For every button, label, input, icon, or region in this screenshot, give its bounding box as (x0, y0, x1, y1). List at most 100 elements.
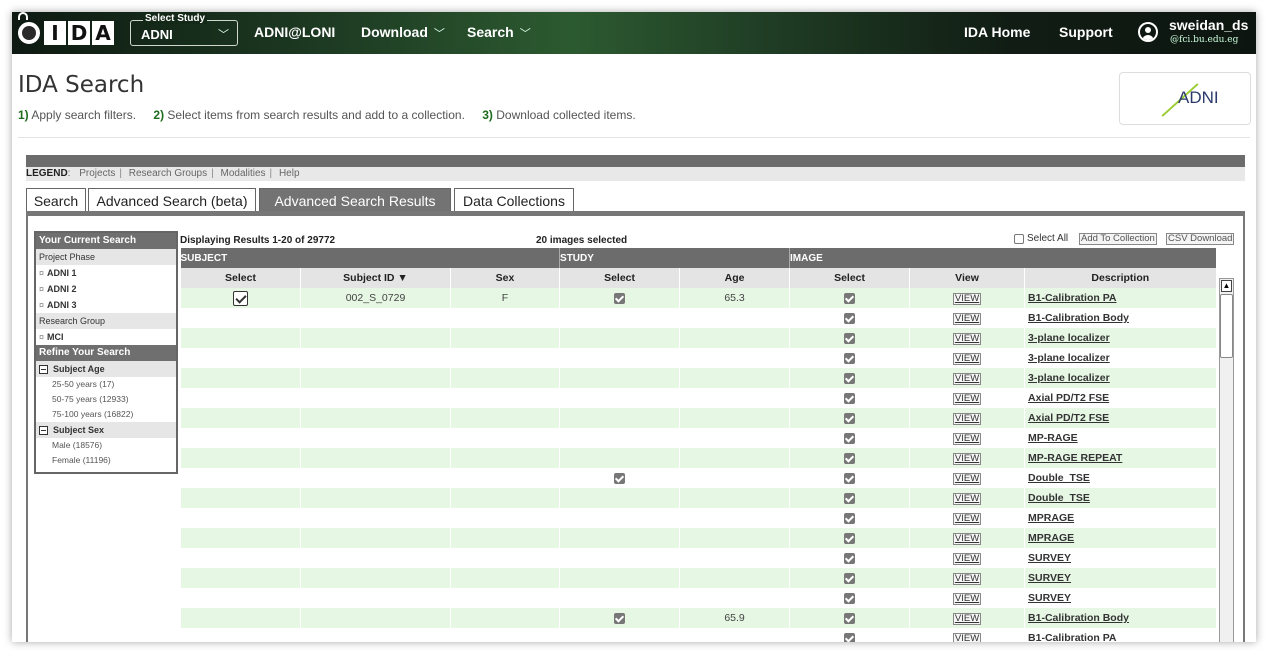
nav-adni-loni[interactable]: ADNI@LONI (254, 24, 335, 40)
phase-item[interactable]: ¤ ADNI 1 (36, 265, 176, 281)
view-button[interactable]: VIEW (952, 592, 982, 605)
study-select-cell[interactable] (559, 328, 680, 348)
subject-age-group[interactable]: Subject Age (36, 361, 176, 377)
view-button[interactable]: VIEW (952, 572, 982, 585)
col-subject-id[interactable]: Subject ID ▼ (300, 268, 451, 288)
image-checkbox[interactable] (844, 372, 856, 384)
image-select-cell[interactable] (789, 308, 910, 328)
view-button[interactable]: VIEW (952, 332, 982, 345)
study-select-cell[interactable] (559, 548, 680, 568)
legend-link-projects[interactable]: Projects (79, 168, 115, 179)
subject-select-cell[interactable] (180, 508, 301, 528)
study-select-cell[interactable] (559, 628, 680, 642)
view-button[interactable]: VIEW (952, 632, 982, 642)
subject-select-cell[interactable] (180, 288, 301, 308)
image-select-cell[interactable] (789, 328, 910, 348)
subject-select-cell[interactable] (180, 628, 301, 642)
subject-select-cell[interactable] (180, 328, 301, 348)
description-link[interactable]: Double_TSE (1028, 472, 1090, 484)
description-link[interactable]: B1-Calibration Body (1028, 312, 1129, 324)
subject-sex-group[interactable]: Subject Sex (36, 422, 176, 438)
description-link[interactable]: 3-plane localizer (1028, 332, 1110, 344)
view-button[interactable]: VIEW (952, 492, 982, 505)
csv-download-button[interactable]: CSV Download (1166, 233, 1235, 245)
table-scrollbar[interactable]: ▲ (1219, 278, 1234, 642)
subject-select-cell[interactable] (180, 368, 301, 388)
tab-advanced-search-results[interactable]: Advanced Search Results (259, 188, 451, 212)
study-select-cell[interactable] (559, 608, 680, 628)
image-checkbox[interactable] (844, 612, 856, 624)
view-button[interactable]: VIEW (952, 412, 982, 425)
view-button[interactable]: VIEW (952, 472, 982, 485)
subject-select-cell[interactable] (180, 588, 301, 608)
image-select-cell[interactable] (789, 628, 910, 642)
study-select-cell[interactable] (559, 588, 680, 608)
view-button[interactable]: VIEW (952, 372, 982, 385)
image-checkbox[interactable] (844, 352, 856, 364)
scroll-thumb[interactable] (1220, 294, 1233, 358)
study-select-cell[interactable] (559, 348, 680, 368)
study-select-cell[interactable] (559, 388, 680, 408)
subject-select-cell[interactable] (180, 448, 301, 468)
group-item[interactable]: ¤ MCI (36, 329, 176, 345)
view-button[interactable]: VIEW (952, 292, 982, 305)
subject-select-cell[interactable] (180, 388, 301, 408)
username[interactable]: sweidan_ds (1169, 17, 1248, 33)
description-link[interactable]: MPRAGE (1028, 512, 1074, 524)
image-select-cell[interactable] (789, 488, 910, 508)
study-select[interactable]: Select Study ADNI ﹀ (130, 13, 238, 46)
image-select-cell[interactable] (789, 528, 910, 548)
study-select-cell[interactable] (559, 408, 680, 428)
image-checkbox[interactable] (844, 432, 856, 444)
subject-checkbox[interactable] (233, 290, 248, 306)
image-checkbox[interactable] (844, 472, 856, 484)
image-select-cell[interactable] (789, 568, 910, 588)
image-select-cell[interactable] (789, 608, 910, 628)
phase-item[interactable]: ¤ ADNI 2 (36, 281, 176, 297)
ida-logo[interactable]: IDA (18, 20, 114, 46)
image-checkbox[interactable] (844, 452, 856, 464)
image-select-cell[interactable] (789, 348, 910, 368)
image-checkbox[interactable] (844, 312, 856, 324)
image-checkbox[interactable] (844, 632, 856, 642)
description-link[interactable]: B1-Calibration PA (1028, 632, 1116, 642)
study-select-cell[interactable] (559, 508, 680, 528)
age-option[interactable]: 50-75 years (12933) (36, 392, 176, 407)
view-button[interactable]: VIEW (952, 312, 982, 325)
view-button[interactable]: VIEW (952, 432, 982, 445)
view-button[interactable]: VIEW (952, 532, 982, 545)
image-checkbox[interactable] (844, 292, 856, 304)
image-checkbox[interactable] (844, 332, 856, 344)
study-select-cell[interactable] (559, 528, 680, 548)
sex-option[interactable]: Female (11196) (36, 453, 176, 468)
description-link[interactable]: 3-plane localizer (1028, 352, 1110, 364)
col-description[interactable]: Description (1024, 268, 1216, 288)
image-checkbox[interactable] (844, 532, 856, 544)
sex-option[interactable]: Male (18576) (36, 438, 176, 453)
description-link[interactable]: Axial PD/T2 FSE (1028, 392, 1109, 404)
view-button[interactable]: VIEW (952, 552, 982, 565)
image-checkbox[interactable] (844, 552, 856, 564)
image-select-cell[interactable] (789, 508, 910, 528)
view-button[interactable]: VIEW (952, 392, 982, 405)
description-link[interactable]: Double_TSE (1028, 492, 1090, 504)
subject-select-cell[interactable] (180, 348, 301, 368)
description-link[interactable]: B1-Calibration Body (1028, 612, 1129, 624)
legend-link-help[interactable]: Help (279, 168, 300, 179)
image-checkbox[interactable] (844, 412, 856, 424)
user-account-icon[interactable] (1138, 22, 1158, 42)
study-checkbox[interactable] (614, 292, 626, 304)
study-checkbox[interactable] (614, 612, 626, 624)
image-checkbox[interactable] (844, 592, 856, 604)
subject-select-cell[interactable] (180, 568, 301, 588)
tab-search[interactable]: Search (26, 188, 86, 212)
subject-select-cell[interactable] (180, 468, 301, 488)
view-button[interactable]: VIEW (952, 512, 982, 525)
subject-select-cell[interactable] (180, 428, 301, 448)
study-select-cell[interactable] (559, 568, 680, 588)
image-select-cell[interactable] (789, 368, 910, 388)
image-checkbox[interactable] (844, 392, 856, 404)
study-select-cell[interactable] (559, 288, 680, 308)
scroll-up-icon[interactable]: ▲ (1221, 280, 1232, 292)
description-link[interactable]: B1-Calibration PA (1028, 292, 1116, 304)
